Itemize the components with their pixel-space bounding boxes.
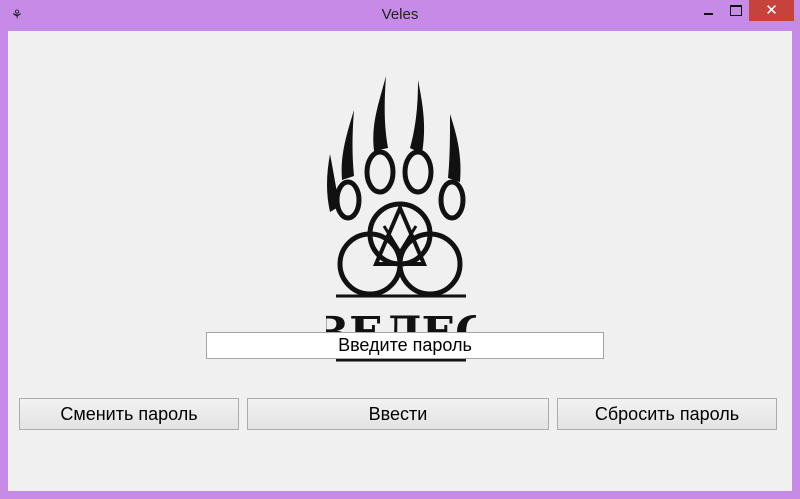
reset-password-button[interactable]: Сбросить пароль: [557, 398, 777, 430]
close-button[interactable]: ✕: [749, 0, 794, 21]
window-title: Veles: [381, 6, 419, 23]
client-area: ВЕЛЕС Сменить пароль Ввести Сбросить пар…: [8, 31, 792, 491]
minimize-button[interactable]: [695, 0, 722, 21]
maximize-button[interactable]: [722, 0, 749, 21]
password-input[interactable]: [206, 332, 604, 359]
enter-button[interactable]: Ввести: [247, 398, 549, 430]
title-bar[interactable]: ⚘ Veles ✕: [0, 0, 800, 30]
veles-paw-logo: ВЕЛЕС: [326, 76, 476, 362]
maximize-icon: [730, 5, 742, 16]
close-icon: ✕: [765, 2, 778, 19]
minimize-icon: [704, 13, 713, 15]
change-password-button[interactable]: Сменить пароль: [19, 398, 239, 430]
app-window: ⚘ Veles ✕ Введите пароль Сменить пароль …: [0, 0, 800, 499]
